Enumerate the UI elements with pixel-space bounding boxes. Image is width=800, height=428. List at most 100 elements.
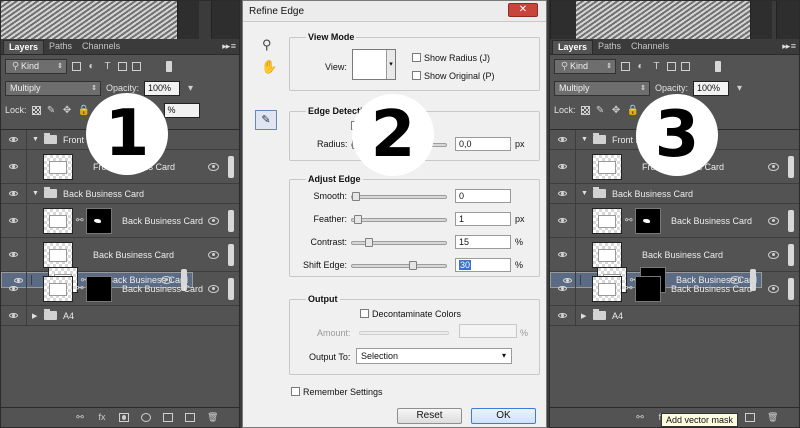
type-filter-icon[interactable]: T: [651, 61, 662, 72]
visibility-toggle[interactable]: [550, 184, 576, 203]
layer-row[interactable]: ⚯ Back Business Card: [1, 204, 239, 238]
layer-row[interactable]: ⚯ Back Business Card: [550, 204, 799, 238]
visibility-toggle[interactable]: [1, 184, 27, 203]
tab-channels[interactable]: Channels: [626, 40, 674, 54]
shape-filter-icon[interactable]: [118, 61, 127, 71]
ok-button[interactable]: OK: [471, 408, 536, 424]
link-icon[interactable]: ⚯: [76, 283, 84, 294]
chevron-right-icon[interactable]: ▶: [581, 312, 589, 320]
adjust-input[interactable]: 0: [455, 189, 511, 203]
layer-mask-thumbnail[interactable]: [86, 275, 112, 302]
chevron-right-icon[interactable]: ▶: [32, 312, 40, 320]
adjust-slider[interactable]: [351, 192, 447, 201]
blend-mode-dropdown[interactable]: Multiply ⇕: [5, 80, 101, 96]
adjust-input[interactable]: 15: [455, 235, 511, 249]
decontaminate-checkbox[interactable]: [360, 309, 369, 318]
lock-transparent-icon[interactable]: [31, 105, 41, 115]
adjust-slider-knob[interactable]: [409, 261, 417, 270]
smart-object-filter-icon[interactable]: [132, 61, 141, 71]
tab-paths[interactable]: Paths: [593, 40, 626, 54]
layer-options-handle[interactable]: [788, 209, 794, 232]
new-layer-icon[interactable]: [745, 413, 755, 422]
show-original-checkbox[interactable]: [412, 71, 421, 80]
layer-thumbnail[interactable]: [43, 241, 73, 268]
layer-group[interactable]: ▶ A4: [1, 306, 239, 326]
chevron-down-icon[interactable]: ▼: [581, 190, 589, 197]
lock-position-icon[interactable]: ✥: [62, 105, 73, 116]
panel-dock-icon[interactable]: [211, 1, 239, 39]
layer-row[interactable]: ⚯ Back Business Card: [1, 272, 239, 306]
filter-toggle[interactable]: [166, 60, 172, 72]
adjust-input[interactable]: 30: [455, 258, 511, 272]
chevron-down-icon[interactable]: ▾: [734, 83, 745, 94]
smart-object-filter-icon[interactable]: [681, 61, 690, 71]
visibility-toggle[interactable]: [1, 272, 27, 305]
layer-row[interactable]: ⚯ Back Business Card: [550, 272, 799, 306]
layer-options-handle[interactable]: [228, 209, 234, 232]
filter-kind-dropdown[interactable]: ⚲ Kind ⇕: [5, 58, 67, 74]
close-button[interactable]: ✕: [508, 3, 538, 17]
layer-options-handle[interactable]: [788, 243, 794, 266]
remember-settings-checkbox[interactable]: [291, 387, 300, 396]
add-mask-icon[interactable]: [119, 413, 129, 422]
show-radius-checkbox[interactable]: [412, 53, 421, 62]
layer-thumbnail[interactable]: [43, 153, 73, 180]
lock-pixels-icon[interactable]: ✎: [46, 105, 57, 116]
link-icon[interactable]: ⚯: [625, 215, 633, 226]
fill-input[interactable]: %: [163, 102, 200, 118]
adjustment-layer-icon[interactable]: [141, 413, 151, 422]
panel-menu-icon[interactable]: ▸▸ ≡: [782, 41, 796, 52]
lock-transparent-icon[interactable]: [580, 105, 590, 115]
visibility-toggle[interactable]: [1, 204, 27, 237]
tab-layers[interactable]: Layers: [3, 40, 45, 54]
output-to-select[interactable]: Selection ▾: [356, 348, 512, 364]
layer-mask-thumbnail[interactable]: [635, 275, 661, 302]
adjust-slider[interactable]: [351, 261, 447, 270]
view-mode-selector[interactable]: ▾: [352, 49, 396, 80]
panel-menu-icon[interactable]: ▸▸ ≡: [222, 41, 236, 52]
lock-all-icon[interactable]: 🔒: [78, 105, 90, 116]
visibility-toggle[interactable]: [550, 130, 576, 149]
adjust-slider[interactable]: [351, 215, 447, 224]
fx-icon[interactable]: fx: [97, 413, 107, 422]
visibility-toggle[interactable]: [1, 130, 27, 149]
layer-group[interactable]: ▼ Back Business Card: [550, 184, 799, 204]
panel-dock-icon[interactable]: [776, 1, 799, 39]
new-layer-icon[interactable]: [185, 413, 195, 422]
adjust-input[interactable]: 1: [455, 212, 511, 226]
adjust-slider-knob[interactable]: [365, 238, 373, 247]
refine-radius-tool-icon[interactable]: ✎: [255, 110, 277, 130]
chevron-down-icon[interactable]: ▼: [32, 136, 40, 143]
layer-mask-thumbnail[interactable]: [635, 207, 661, 234]
amount-slider[interactable]: [359, 331, 449, 335]
amount-input[interactable]: [459, 324, 517, 338]
layer-options-handle[interactable]: [788, 155, 794, 178]
hand-tool-icon[interactable]: ✋: [261, 59, 277, 75]
layer-thumbnail[interactable]: [592, 153, 622, 180]
layer-thumbnail[interactable]: [592, 207, 622, 234]
layer-thumbnail[interactable]: [43, 275, 73, 302]
panel-dock-icon[interactable]: [177, 1, 199, 39]
visibility-toggle[interactable]: [1, 150, 27, 183]
layer-group[interactable]: ▶ A4: [550, 306, 799, 326]
lock-pixels-icon[interactable]: ✎: [595, 105, 606, 116]
visibility-toggle[interactable]: [550, 204, 576, 237]
reset-button[interactable]: Reset: [397, 408, 462, 424]
trash-icon[interactable]: 🗑: [207, 413, 218, 422]
adjustment-filter-icon[interactable]: ◐: [86, 61, 97, 72]
layer-thumbnail[interactable]: [43, 207, 73, 234]
layer-group[interactable]: ▼ Back Business Card: [1, 184, 239, 204]
visibility-toggle[interactable]: [550, 306, 576, 325]
shape-filter-icon[interactable]: [667, 61, 676, 71]
link-icon[interactable]: ⚯: [635, 413, 645, 422]
filter-kind-dropdown[interactable]: ⚲ Kind ⇕: [554, 58, 616, 74]
link-icon[interactable]: ⚯: [76, 215, 84, 226]
layer-mask-thumbnail[interactable]: [86, 207, 112, 234]
adjust-slider-knob[interactable]: [352, 192, 360, 201]
visibility-toggle[interactable]: [1, 306, 27, 325]
blend-mode-dropdown[interactable]: Multiply ⇕: [554, 80, 650, 96]
layer-thumbnail[interactable]: [592, 241, 622, 268]
adjust-slider[interactable]: [351, 238, 447, 247]
chevron-down-icon[interactable]: ▾: [185, 83, 196, 94]
zoom-tool-icon[interactable]: ⚲: [262, 37, 272, 53]
